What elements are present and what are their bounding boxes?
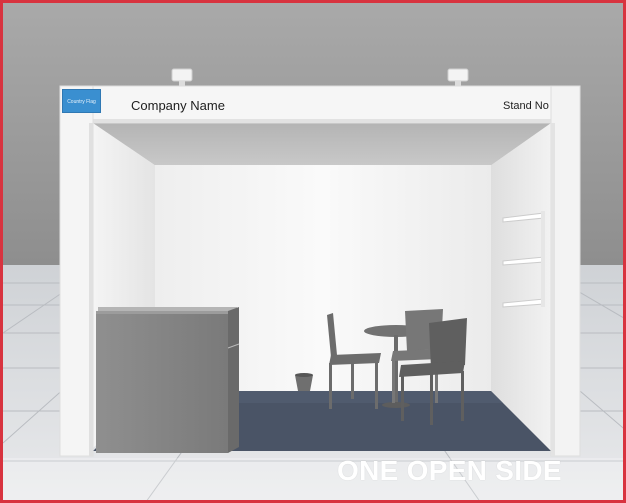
company-name-label: Company Name [131,98,225,113]
stand-number-label: Stand No [503,100,549,112]
booth-ceiling [93,123,551,165]
left-pillar [59,85,94,457]
booth-type-caption: ONE OPEN SIDE [337,455,562,486]
waste-bin [295,373,313,391]
booth-scene [3,3,623,500]
right-pillar [550,85,581,457]
reception-counter [96,307,240,453]
country-flag: Country Flag [62,89,101,113]
image-frame: Country Flag Company Name Stand No ONE O… [0,0,626,503]
